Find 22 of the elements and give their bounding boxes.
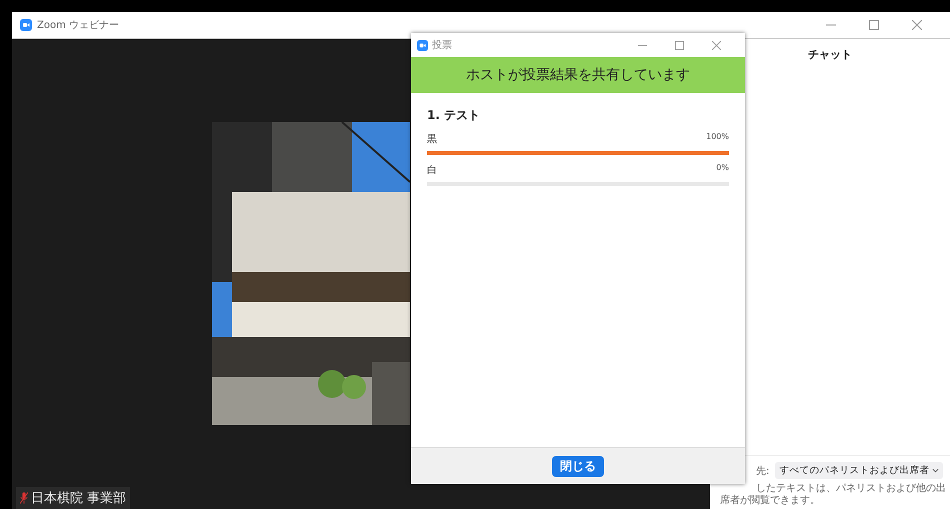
poll-window-title: 投票 [432,38,452,52]
option-percentage: 0% [716,163,729,174]
close-button[interactable]: 閉じる [552,456,604,476]
chat-info-text: したテキストは、パネリストおよび他の出 [755,483,946,495]
recipient-label: 先: [756,464,770,478]
recipient-dropdown[interactable]: すべてのパネリストおよび出席者 [775,462,944,479]
option-label: 白 [427,164,437,177]
chat-info-text: 席者が閲覧できます。 [720,495,820,507]
option-percentage: 100% [706,132,729,143]
close-icon[interactable] [712,40,721,50]
window-title: Zoom ウェビナー [37,19,120,32]
chevron-down-icon [932,468,940,473]
maximize-icon[interactable] [675,40,684,50]
participant-name: 日本棋院 事業部 [31,490,126,507]
option-label: 黒 [427,133,437,146]
result-banner: ホストが投票結果を共有しています [411,57,745,93]
maximize-icon[interactable] [869,20,879,30]
poll-question: 1. テスト [427,107,482,124]
chat-title: チャット [808,47,852,62]
close-icon[interactable] [912,20,922,30]
camera-logo-icon [20,19,32,31]
camera-logo-icon [417,40,428,50]
